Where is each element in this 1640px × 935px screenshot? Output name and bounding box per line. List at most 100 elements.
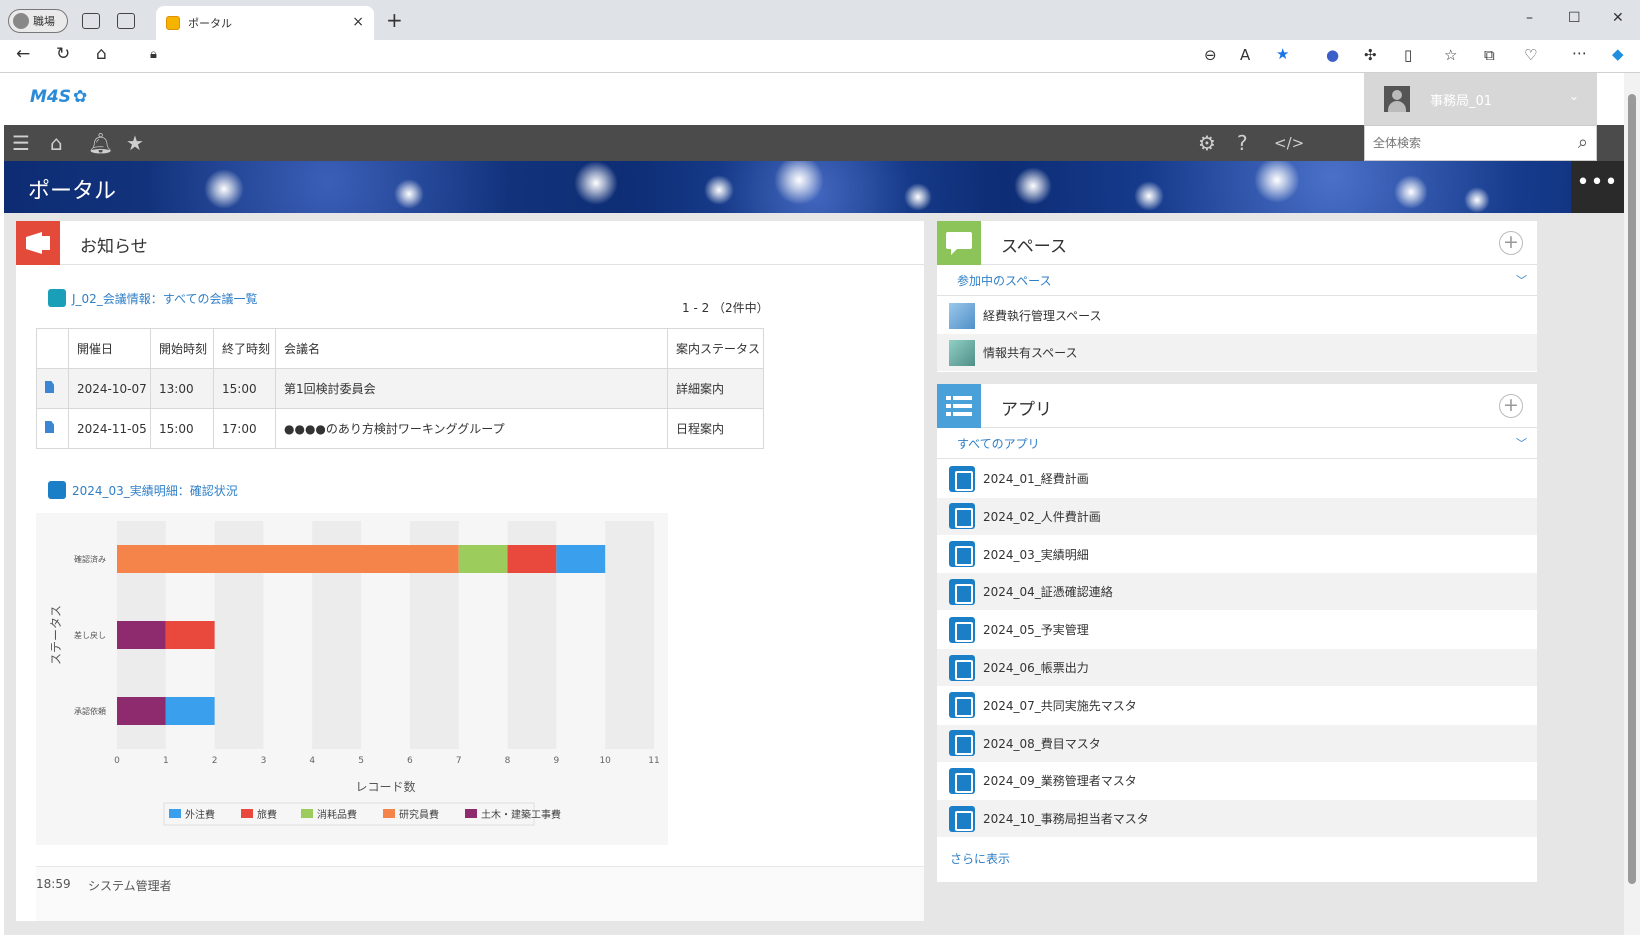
gear-icon[interactable]: ⚙	[1198, 131, 1216, 155]
read-aloud-icon[interactable]: A	[1240, 46, 1250, 64]
favorites-icon[interactable]: ☆	[1444, 46, 1457, 64]
extension-icon[interactable]: ●	[1326, 46, 1339, 64]
legend-label: 研究員費	[399, 808, 439, 821]
app-label: 2024_02_人件費計画	[983, 509, 1101, 524]
star-icon[interactable]: ★	[126, 131, 144, 155]
cell-start: 13:00	[150, 368, 214, 409]
chat-bubble-icon	[937, 221, 981, 265]
add-app-button[interactable]: +	[1499, 394, 1523, 418]
window-minimize-button[interactable]: –	[1526, 10, 1533, 26]
performance-icon[interactable]: ♡	[1524, 46, 1537, 64]
profile-button[interactable]: 職場	[8, 9, 68, 33]
app-form-icon	[949, 616, 975, 643]
favorite-star-icon[interactable]: ★	[1276, 45, 1289, 63]
x-tick-label: 3	[261, 756, 267, 766]
app-form-icon	[949, 692, 975, 719]
home-icon[interactable]: ⌂	[96, 44, 107, 64]
workspaces-icon[interactable]	[82, 13, 100, 29]
copilot-icon[interactable]: ◆	[1612, 45, 1624, 63]
grid-band	[605, 521, 654, 749]
global-search-input[interactable]	[1365, 126, 1555, 160]
chevron-down-icon: ⌄	[1568, 89, 1579, 103]
app-label: 2024_03_実績明細	[983, 547, 1089, 562]
apps-panel-header: アプリ +	[937, 384, 1537, 428]
x-axis-label: レコード数	[355, 779, 415, 794]
table-row[interactable]: 2024-10-07 13:00 15:00 第1回検討委員会 詳細案内	[36, 368, 764, 409]
apps-title: アプリ	[1001, 400, 1052, 420]
document-icon[interactable]	[45, 381, 54, 393]
window-maximize-button[interactable]: ☐	[1568, 10, 1581, 26]
app-item[interactable]: 2024_03_実績明細	[937, 536, 1537, 573]
list-icon	[937, 384, 981, 428]
app-form-icon	[949, 730, 975, 757]
browser-tab-strip: 職場 ポータル × + – ☐ ✕	[0, 0, 1640, 40]
hamburger-menu-icon[interactable]: ☰	[12, 131, 30, 155]
page-title: ポータル	[28, 179, 117, 204]
chart-link-row: 2024_03_実績明細：確認状況	[48, 481, 238, 499]
spaces-section-label: 参加中のスペース	[957, 273, 1052, 288]
url-bar[interactable]: 🔒︎	[132, 44, 1314, 70]
code-icon[interactable]: </>	[1274, 134, 1304, 152]
app-item[interactable]: 2024_08_費目マスタ	[937, 724, 1537, 762]
user-menu[interactable]: 事務局_01 ⌄	[1364, 73, 1597, 125]
cell-meeting-name: ●●●●のあり方検討ワーキンググループ	[275, 408, 668, 449]
global-search: ⌕	[1364, 125, 1597, 161]
app-item[interactable]: 2024_07_共同実施先マスタ	[937, 687, 1537, 724]
m4s-logo[interactable]: M4S ✿	[30, 87, 87, 107]
spaces-section-header[interactable]: 参加中のスペース ﹀	[937, 265, 1537, 296]
search-icon[interactable]: ⌕	[1578, 132, 1588, 153]
browser-tab-portal[interactable]: ポータル ×	[156, 6, 374, 40]
document-icon[interactable]	[45, 421, 54, 433]
help-icon[interactable]: ?	[1237, 131, 1248, 155]
app-item[interactable]: 2024_01_経費計画	[937, 460, 1537, 497]
tab-actions-icon[interactable]	[117, 13, 135, 29]
col-date[interactable]: 開催日	[68, 328, 151, 369]
app-item[interactable]: 2024_09_業務管理者マスタ	[937, 762, 1537, 799]
table-row[interactable]: 2024-11-05 15:00 17:00 ●●●●のあり方検討ワーキンググル…	[36, 408, 764, 449]
zoom-out-icon[interactable]: ⊖	[1204, 46, 1217, 64]
space-item[interactable]: 経費執行管理スペース	[937, 297, 1537, 334]
app-item[interactable]: 2024_10_事務局担当者マスタ	[937, 800, 1537, 838]
chart-link[interactable]: 2024_03_実績明細：確認状況	[72, 482, 238, 499]
app-form-icon	[949, 541, 975, 568]
add-space-button[interactable]: +	[1499, 231, 1523, 255]
new-tab-button[interactable]: +	[386, 8, 403, 32]
back-arrow-icon[interactable]: ←	[16, 44, 30, 64]
col-start[interactable]: 開始時刻	[150, 328, 214, 369]
bell-icon[interactable]: 🔔︎	[88, 131, 113, 155]
split-screen-icon[interactable]: ▯	[1404, 46, 1412, 64]
app-item[interactable]: 2024_02_人件費計画	[937, 497, 1537, 535]
legend-label: 旅費	[257, 808, 277, 821]
col-end[interactable]: 終了時刻	[213, 328, 276, 369]
cell-date: 2024-11-05	[68, 408, 151, 449]
bar-segment	[117, 697, 166, 725]
app-item[interactable]: 2024_05_予実管理	[937, 611, 1537, 648]
space-item[interactable]: 情報共有スペース	[937, 334, 1537, 371]
collections-icon[interactable]: ⧉	[1484, 46, 1495, 64]
site-favicon-icon	[166, 16, 180, 30]
home-icon[interactable]: ⌂	[50, 131, 63, 155]
bar-segment	[117, 621, 166, 649]
app-form-icon	[949, 578, 975, 605]
apps-section-header[interactable]: すべてのアプリ ﹀	[937, 428, 1537, 459]
app-item[interactable]: 2024_04_証憑確認連絡	[937, 573, 1537, 611]
extensions-puzzle-icon[interactable]: ✣	[1364, 46, 1377, 64]
more-menu-icon[interactable]: ⋯	[1572, 44, 1587, 62]
tab-close-icon[interactable]: ×	[352, 14, 364, 30]
window-close-button[interactable]: ✕	[1612, 10, 1624, 26]
meeting-list-link[interactable]: J_02_会議情報：すべての会議一覧	[72, 290, 258, 307]
app-item[interactable]: 2024_06_帳票出力	[937, 649, 1537, 686]
legend-swatch	[169, 809, 181, 818]
show-more-link[interactable]: さらに表示	[950, 850, 1010, 867]
status-chart: 0 1 2 3 4 5 6 7 8 9 10 11 レコード数 ステータス 確認済み 差し戻し 承認依頼 外注費 旅…	[36, 513, 668, 845]
reload-icon[interactable]: ↻	[56, 44, 70, 64]
page-menu-button[interactable]: •••	[1571, 161, 1624, 213]
app-label: 2024_04_証憑確認連絡	[983, 585, 1113, 600]
x-tick-label: 7	[456, 756, 462, 766]
cell-date: 2024-10-07	[68, 368, 151, 409]
scrollbar-thumb[interactable]	[1628, 94, 1636, 884]
cell-status: 日程案内	[667, 408, 764, 449]
notice-footer: 18:59 システム管理者	[36, 866, 924, 921]
col-meeting-name[interactable]: 会議名	[275, 328, 668, 369]
col-status[interactable]: 案内ステータス	[667, 328, 764, 369]
